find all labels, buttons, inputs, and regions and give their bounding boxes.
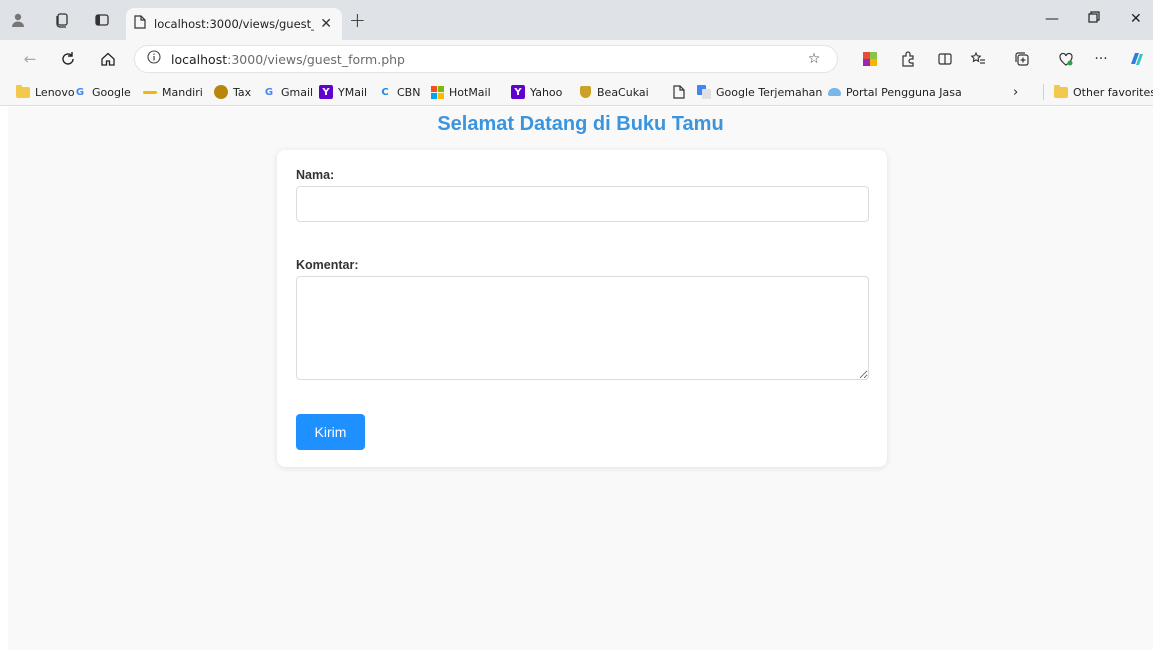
microsoft-icon (430, 85, 444, 99)
bookmark-label: Tax (233, 85, 252, 99)
bookmark-yahoo[interactable]: Y Yahoo (511, 83, 562, 101)
bookmark-ymail[interactable]: Y YMail (319, 83, 367, 101)
bookmark-tax[interactable]: Tax (214, 83, 251, 101)
bookmark-lenovo[interactable]: Lenovo (16, 83, 75, 101)
mandiri-icon (143, 85, 157, 99)
browser-titlebar: localhost:3000/views/guest_form.php ✕ + … (0, 0, 1153, 40)
folder-icon (16, 84, 30, 99)
collections-icon[interactable] (1012, 49, 1032, 69)
bookmark-google-terjemahan[interactable]: Google Terjemahan (697, 83, 822, 101)
address-bar[interactable]: localhost:3000/views/guest_form.php (134, 45, 838, 73)
bookmark-beacukai[interactable]: BeaCukai (578, 83, 649, 101)
minimize-icon[interactable]: — (1045, 11, 1059, 27)
refresh-icon[interactable] (58, 49, 78, 69)
page-left-gutter (0, 107, 8, 650)
cbn-icon: C (381, 86, 389, 98)
favorite-star-icon[interactable]: ☆ (804, 49, 824, 69)
google-icon: G (75, 86, 85, 98)
bookmark-label: HotMail (449, 85, 491, 99)
url-host: localhost (171, 51, 228, 67)
bookmark-label: Gmail (281, 85, 314, 99)
copilot-icon[interactable] (1126, 49, 1146, 69)
bookmark-label: Google Terjemahan (716, 85, 823, 99)
yahoo-icon: Y (319, 85, 333, 99)
bookmarks-overflow-icon[interactable]: › (1013, 83, 1018, 101)
vertical-tabs-icon[interactable] (92, 10, 112, 30)
tax-icon (214, 85, 228, 99)
extension-icon[interactable] (860, 49, 880, 69)
site-info-icon[interactable] (147, 49, 161, 69)
name-label: Nama: (296, 168, 335, 182)
page-content: Selamat Datang di Buku Tamu Nama: Koment… (8, 107, 1153, 650)
browser-essentials-icon[interactable] (1056, 49, 1076, 69)
bookmark-hotmail[interactable]: HotMail (430, 83, 491, 101)
bookmark-label: Yahoo (530, 85, 563, 99)
bookmark-gmail[interactable]: G Gmail (262, 83, 313, 101)
page-icon (134, 14, 146, 34)
bookmarks-divider (1043, 84, 1044, 100)
bookmark-label: YMail (338, 85, 368, 99)
bookmark-page[interactable] (672, 83, 691, 101)
back-icon[interactable]: ← (20, 49, 40, 69)
url-path: :3000/views/guest_form.php (227, 51, 405, 67)
new-tab-icon[interactable]: + (349, 8, 366, 32)
bookmark-label: Google (92, 85, 131, 99)
guest-form: Nama: Komentar: Kirim (277, 150, 887, 467)
bookmark-label: Other favorites (1073, 85, 1153, 99)
bookmark-label: Portal Pengguna Jasa (846, 85, 962, 99)
extensions-puzzle-icon[interactable] (898, 49, 918, 69)
folder-icon (1054, 84, 1068, 99)
close-window-icon[interactable]: ✕ (1130, 11, 1142, 27)
tab-close-icon[interactable]: ✕ (320, 16, 332, 32)
tab-guest-form[interactable]: localhost:3000/views/guest_form.php ✕ (126, 8, 342, 40)
bookmark-mandiri[interactable]: Mandiri (143, 83, 203, 101)
comment-label: Komentar: (296, 258, 359, 272)
bookmark-label: BeaCukai (597, 85, 649, 99)
bookmark-other-favorites[interactable]: Other favorites (1054, 83, 1153, 101)
bookmark-google[interactable]: G Google (73, 83, 131, 101)
split-screen-icon[interactable] (935, 49, 955, 69)
bookmark-label: Lenovo (35, 85, 75, 99)
google-icon: G (264, 86, 274, 98)
bookmark-label: Mandiri (162, 85, 203, 99)
favorites-icon[interactable] (968, 49, 988, 69)
profile-icon[interactable] (8, 10, 28, 30)
more-options-icon[interactable]: ··· (1091, 49, 1111, 69)
name-input[interactable] (296, 186, 869, 222)
yahoo-icon: Y (511, 85, 525, 99)
bookmark-cbn[interactable]: C CBN (378, 83, 420, 101)
browser-toolbar: ← localhost:3000/views/guest_form.php ☆ … (0, 40, 1153, 78)
translate-icon (697, 85, 711, 99)
workspaces-icon[interactable] (52, 10, 72, 30)
bookmark-portal-pengguna-jasa[interactable]: Portal Pengguna Jasa (827, 83, 962, 101)
bookmarks-bar: Lenovo G Google Mandiri Tax G Gmail Y YM… (0, 78, 1153, 106)
restore-icon[interactable] (1088, 11, 1100, 27)
submit-button[interactable]: Kirim (296, 414, 365, 450)
beacukai-icon (578, 85, 592, 99)
page-title: Selamat Datang di Buku Tamu (437, 113, 724, 135)
home-icon[interactable] (98, 49, 118, 69)
portal-icon (827, 85, 841, 99)
bookmark-label: CBN (397, 85, 421, 99)
tab-title: localhost:3000/views/guest_form.php (154, 17, 314, 31)
comment-textarea[interactable] (296, 276, 869, 380)
page-icon (672, 85, 686, 99)
